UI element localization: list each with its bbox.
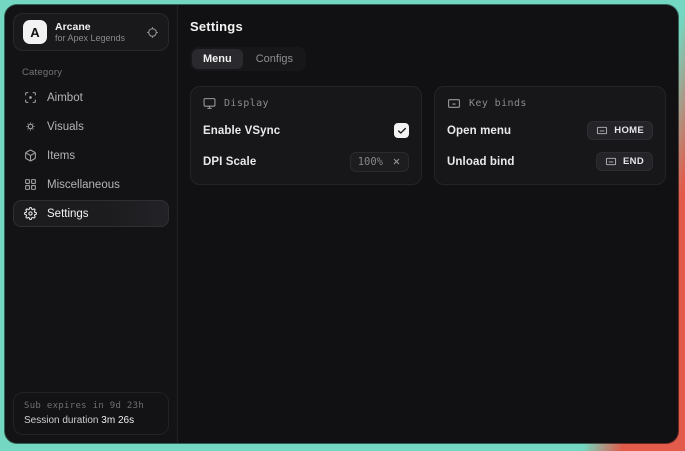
open-menu-label: Open menu xyxy=(447,125,511,137)
vsync-label: Enable VSync xyxy=(203,125,280,137)
sidebar-item-items[interactable]: Items xyxy=(13,142,169,169)
blocks-icon xyxy=(23,178,37,191)
monitor-icon xyxy=(203,97,216,110)
sidebar-item-miscellaneous[interactable]: Miscellaneous xyxy=(13,171,169,198)
sidebar-item-label: Aimbot xyxy=(47,92,83,104)
dpi-label: DPI Scale xyxy=(203,156,256,168)
app-subtitle: for Apex Legends xyxy=(55,33,138,43)
app-window: A Arcane for Apex Legends Category Aimbo… xyxy=(5,5,678,443)
sidebar-item-label: Miscellaneous xyxy=(47,179,120,191)
tab-configs[interactable]: Configs xyxy=(245,49,304,69)
clear-icon[interactable] xyxy=(392,157,401,166)
dpi-scale-input[interactable]: 100% xyxy=(350,152,409,172)
tab-bar: Menu Configs xyxy=(190,47,306,71)
sidebar-item-settings[interactable]: Settings xyxy=(13,200,169,227)
vsync-checkbox[interactable] xyxy=(394,123,409,138)
sidebar-item-aimbot[interactable]: Aimbot xyxy=(13,84,169,111)
keyboard-icon xyxy=(605,156,617,167)
crosshair-icon xyxy=(23,91,37,104)
subscription-info-card: Sub expires in 9d 23h Session duration 3… xyxy=(13,392,169,435)
keybinds-card: Key binds Open menu HOME Unload bind xyxy=(434,86,666,185)
session-duration-value: 3m 26s xyxy=(101,415,134,426)
keybinds-card-title: Key binds xyxy=(469,98,527,109)
page-title: Settings xyxy=(190,19,666,34)
display-card: Display Enable VSync DPI Scale 100% xyxy=(190,86,422,185)
open-menu-row: Open menu HOME xyxy=(447,120,653,141)
eye-scan-icon xyxy=(23,120,37,133)
sidebar-item-visuals[interactable]: Visuals xyxy=(13,113,169,140)
category-label: Category xyxy=(22,67,169,78)
sidebar-item-label: Visuals xyxy=(47,121,84,133)
main-content: Settings Menu Configs Display Enable VSy… xyxy=(178,5,678,443)
gear-icon xyxy=(23,207,37,220)
unload-bind-keybind[interactable]: END xyxy=(596,152,653,171)
unload-bind-label: Unload bind xyxy=(447,156,515,168)
sidebar: A Arcane for Apex Legends Category Aimbo… xyxy=(5,5,178,443)
app-logo: A xyxy=(23,20,47,44)
app-title: Arcane xyxy=(55,21,138,33)
open-menu-key: HOME xyxy=(614,125,644,136)
crosshair-target-icon xyxy=(146,26,159,39)
sub-expires-text: Sub expires in 9d 23h xyxy=(24,401,158,411)
dpi-row: DPI Scale 100% xyxy=(203,151,409,172)
vsync-row: Enable VSync xyxy=(203,120,409,141)
unload-bind-key: END xyxy=(623,156,644,167)
unload-bind-row: Unload bind END xyxy=(447,151,653,172)
session-duration-label: Session duration xyxy=(24,415,99,426)
display-card-title: Display xyxy=(224,98,269,109)
keyboard-icon xyxy=(447,97,461,110)
sidebar-item-label: Settings xyxy=(47,208,89,220)
session-duration-text: Session duration 3m 26s xyxy=(24,415,158,426)
settings-cards: Display Enable VSync DPI Scale 100% xyxy=(190,86,666,185)
sidebar-item-label: Items xyxy=(47,150,75,162)
dpi-scale-value: 100% xyxy=(358,156,383,168)
tab-menu[interactable]: Menu xyxy=(192,49,243,69)
open-menu-keybind[interactable]: HOME xyxy=(587,121,653,140)
brand-card: A Arcane for Apex Legends xyxy=(13,13,169,51)
sidebar-nav: Aimbot Visuals Items Miscellaneous xyxy=(13,84,169,227)
package-icon xyxy=(23,149,37,162)
keyboard-icon xyxy=(596,125,608,136)
